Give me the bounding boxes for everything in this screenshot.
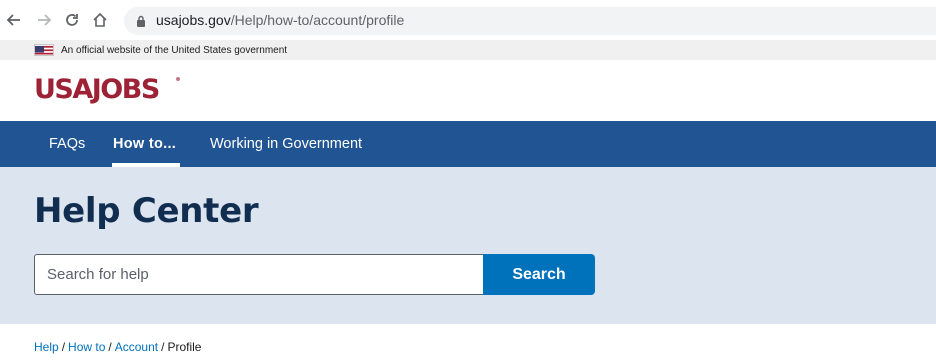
gov-banner-text: An official website of the United States… bbox=[61, 45, 288, 56]
page-title: Help Center bbox=[34, 191, 259, 231]
url-text: usajobs.gov/Help/how-to/account/profile bbox=[156, 12, 405, 28]
nav-item-faqs[interactable]: FAQs bbox=[49, 121, 85, 167]
address-bar[interactable]: usajobs.gov/Help/how-to/account/profile bbox=[124, 7, 936, 35]
arrow-left-icon bbox=[6, 14, 20, 26]
browser-toolbar: usajobs.gov/Help/how-to/account/profile bbox=[0, 0, 936, 40]
back-button[interactable] bbox=[4, 10, 24, 30]
usajobs-logo[interactable]: USAJOBS bbox=[34, 75, 160, 105]
main-nav: FAQs How to... Working in Government bbox=[0, 121, 936, 167]
arrow-right-icon bbox=[38, 14, 52, 26]
nav-item-how-to[interactable]: How to... bbox=[113, 121, 176, 167]
breadcrumb-link-help[interactable]: Help bbox=[34, 340, 59, 354]
us-flag-icon bbox=[34, 44, 54, 56]
breadcrumb-separator: / bbox=[108, 340, 112, 354]
forward-button[interactable] bbox=[34, 10, 54, 30]
lock-icon bbox=[137, 15, 145, 27]
search-input[interactable] bbox=[34, 254, 484, 295]
home-icon bbox=[93, 12, 107, 27]
breadcrumb-current: Profile bbox=[167, 340, 202, 354]
breadcrumb: Help / How to / Account / Profile bbox=[34, 340, 201, 354]
breadcrumb-link-how-to[interactable]: How to bbox=[68, 340, 105, 354]
nav-item-working-in-government[interactable]: Working in Government bbox=[210, 121, 362, 167]
reload-button[interactable] bbox=[62, 10, 82, 30]
breadcrumb-separator: / bbox=[61, 340, 66, 354]
search-button[interactable]: Search bbox=[483, 254, 595, 295]
reload-icon bbox=[66, 14, 78, 26]
home-button[interactable] bbox=[90, 10, 110, 30]
breadcrumb-link-account[interactable]: Account bbox=[115, 340, 158, 354]
logo-trademark bbox=[176, 77, 180, 81]
